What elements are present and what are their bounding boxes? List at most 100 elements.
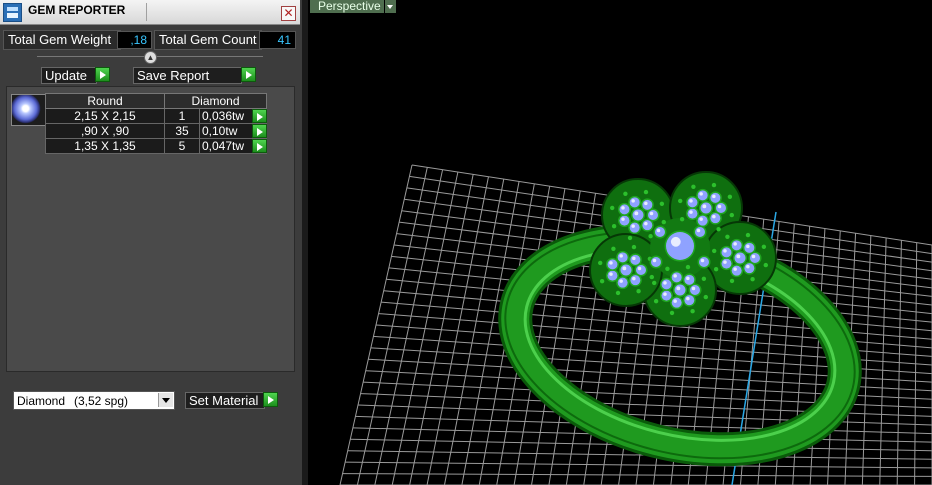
- gem: [629, 222, 640, 233]
- column-header-shape: Round: [45, 93, 165, 109]
- bead: [665, 266, 670, 271]
- table-row[interactable]: ,90 X ,90 35 0,10tw: [45, 123, 267, 139]
- bead: [611, 246, 616, 251]
- table-row[interactable]: 2,15 X 2,15 1 0,036tw: [45, 108, 267, 124]
- gem-highlight: [631, 224, 635, 228]
- bead: [631, 244, 637, 250]
- gem-highlight: [670, 236, 681, 247]
- view-mode-dropdown-icon[interactable]: [384, 0, 396, 13]
- bead: [729, 212, 734, 218]
- gem-highlight: [619, 254, 623, 258]
- row-go-icon[interactable]: [252, 124, 267, 138]
- bead: [661, 219, 666, 225]
- gem: [744, 263, 755, 274]
- gem-highlight: [663, 292, 667, 296]
- bead: [659, 201, 665, 207]
- bead: [691, 184, 696, 189]
- gem-highlight: [686, 276, 690, 281]
- gem: [620, 264, 632, 276]
- material-select[interactable]: Diamond (3,52 spg): [13, 391, 175, 410]
- bead: [750, 277, 755, 282]
- gem: [750, 253, 760, 263]
- gem: [699, 257, 709, 267]
- gem-highlight: [637, 266, 642, 271]
- bead: [643, 189, 649, 195]
- update-button[interactable]: Update: [41, 67, 97, 84]
- gem: [697, 215, 708, 226]
- gem-weight-cell: 0,047tw: [199, 138, 267, 154]
- total-gem-weight-value: ,18: [117, 31, 152, 49]
- gem-highlight: [632, 276, 636, 281]
- gem: [674, 284, 686, 296]
- gem-highlight: [723, 249, 727, 253]
- material-name: Diamond: [17, 394, 66, 408]
- bead: [712, 248, 717, 254]
- gem: [630, 254, 641, 265]
- gem-highlight: [689, 210, 693, 214]
- bead: [599, 278, 605, 284]
- set-material-button[interactable]: Set Material: [185, 392, 265, 409]
- bead: [648, 234, 653, 239]
- bead: [649, 274, 654, 280]
- gem-count: 1: [164, 108, 200, 124]
- material-spec: (3,52 spg): [74, 394, 129, 408]
- gem: [607, 259, 618, 270]
- close-icon[interactable]: ✕: [281, 6, 296, 21]
- bead: [745, 232, 751, 238]
- gem-thumbnail[interactable]: [11, 94, 47, 126]
- gem: [734, 252, 746, 264]
- set-material-go-icon[interactable]: [263, 392, 278, 407]
- bead: [636, 289, 641, 294]
- flower-cluster[interactable]: [589, 171, 777, 327]
- gem: [642, 199, 653, 210]
- dropdown-arrow-icon[interactable]: [158, 393, 173, 407]
- gem: [690, 285, 700, 295]
- gem-reporter-panel: GEM REPORTER ✕ Total Gem Weight ,18 Tota…: [0, 0, 302, 485]
- row-go-icon[interactable]: [252, 109, 267, 123]
- save-report-go-icon[interactable]: [241, 67, 256, 82]
- gem-highlight: [622, 266, 627, 271]
- gem-highlight: [676, 286, 681, 291]
- gem-weight: 0,10tw: [202, 124, 238, 138]
- gem-weight: 0,036tw: [202, 109, 245, 123]
- bead: [711, 182, 717, 188]
- gem: [619, 215, 630, 226]
- table-row[interactable]: 1,35 X 1,35 5 0,047tw: [45, 138, 267, 154]
- bead: [727, 194, 733, 200]
- view-mode-label[interactable]: Perspective: [310, 0, 389, 13]
- gem: [687, 197, 698, 208]
- gem: [630, 275, 641, 286]
- bead: [679, 216, 685, 222]
- gem-highlight: [699, 217, 703, 221]
- gem-highlight: [621, 217, 625, 221]
- window-title: GEM REPORTER: [28, 3, 126, 17]
- gem-highlight: [751, 254, 756, 259]
- bead: [627, 235, 633, 241]
- gem-size: 2,15 X 2,15: [45, 108, 165, 124]
- bead: [678, 198, 683, 204]
- gem: [671, 272, 682, 283]
- collapse-icon[interactable]: ▲: [144, 51, 157, 64]
- bead: [610, 205, 615, 211]
- update-go-icon[interactable]: [95, 67, 110, 82]
- gem: [632, 209, 644, 221]
- column-header-material: Diamond: [164, 93, 267, 109]
- gem-count: 35: [164, 123, 200, 139]
- row-go-icon[interactable]: [252, 139, 267, 153]
- gem: [648, 210, 658, 220]
- gem-weight: 0,047tw: [202, 139, 245, 153]
- gem: [636, 265, 646, 275]
- gem-highlight: [621, 206, 625, 210]
- set-material-button-label: Set Material: [189, 393, 259, 408]
- viewport-3d[interactable]: Perspective: [308, 0, 932, 485]
- gem: [731, 265, 742, 276]
- bead: [716, 227, 721, 232]
- gem: [607, 270, 618, 281]
- bead: [598, 260, 603, 266]
- gem: [700, 202, 712, 214]
- bead: [701, 276, 707, 282]
- gem: [744, 242, 755, 253]
- save-report-button[interactable]: Save Report: [133, 67, 242, 84]
- gem: [661, 279, 672, 290]
- gem-highlight: [746, 244, 750, 249]
